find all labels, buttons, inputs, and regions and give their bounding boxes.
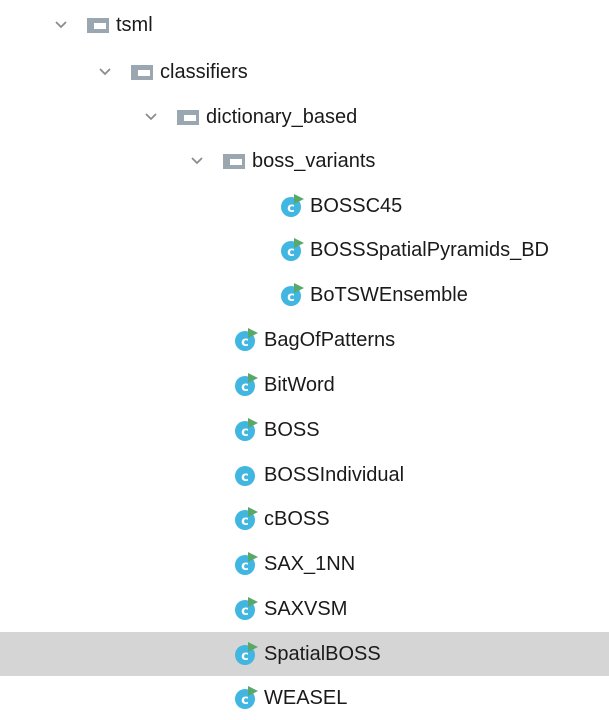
svg-text:c: c	[287, 245, 295, 260]
tree-node-label: BOSSSpatialPyramids_BD	[310, 239, 549, 261]
folder-icon	[130, 62, 154, 82]
svg-text:c: c	[241, 380, 249, 395]
chevron-down-icon[interactable]	[186, 150, 208, 172]
svg-text:c: c	[241, 514, 249, 529]
folder-icon	[222, 151, 246, 171]
tree-node-label: BOSS	[264, 419, 320, 441]
tree-node-class[interactable]: c SAX_1NN	[0, 542, 609, 586]
tree-node-boss-variants[interactable]: boss_variants	[0, 139, 609, 183]
svg-text:c: c	[287, 290, 295, 305]
chevron-down-icon[interactable]	[140, 106, 162, 128]
runnable-class-icon: c	[234, 552, 258, 576]
tree-node-label: dictionary_based	[206, 106, 358, 128]
runnable-class-icon: c	[234, 507, 258, 531]
tree-node-class-selected[interactable]: c SpatialBOSS	[0, 632, 609, 676]
svg-text:c: c	[241, 693, 249, 708]
svg-text:c: c	[287, 201, 295, 216]
tree-node-label: WEASEL	[264, 687, 348, 709]
tree-node-class[interactable]: c cBOSS	[0, 497, 609, 541]
tree-node-dictionary-based[interactable]: dictionary_based	[0, 95, 609, 139]
tree-node-label: classifiers	[160, 61, 248, 83]
tree-node-label: BagOfPatterns	[264, 329, 396, 351]
tree-node-label: BOSSC45	[310, 195, 403, 217]
tree-node-class[interactable]: c BOSS	[0, 408, 609, 452]
tree-node-class[interactable]: c BoTSWEnsemble	[0, 273, 609, 317]
tree-node-label: boss_variants	[252, 150, 376, 172]
svg-text:c: c	[241, 335, 249, 350]
class-icon: c	[234, 463, 258, 487]
tree-node-label: tsml	[116, 14, 153, 36]
folder-icon	[176, 107, 200, 127]
tree-node-label: SAX_1NN	[264, 553, 356, 575]
svg-text:c: c	[241, 559, 249, 574]
chevron-down-icon[interactable]	[50, 14, 72, 36]
runnable-class-icon: c	[234, 686, 258, 710]
runnable-class-icon: c	[280, 238, 304, 262]
svg-text:c: c	[241, 470, 249, 485]
tree-node-classifiers[interactable]: classifiers	[0, 50, 609, 94]
svg-text:c: c	[241, 425, 249, 440]
runnable-class-icon: c	[234, 328, 258, 352]
svg-text:c: c	[241, 604, 249, 619]
tree-node-class[interactable]: c BOSSSpatialPyramids_BD	[0, 228, 609, 272]
tree-node-class[interactable]: c BOSSIndividual	[0, 453, 609, 497]
tree-node-class[interactable]: c WEASEL	[0, 676, 609, 720]
tree-node-class[interactable]: c BagOfPatterns	[0, 318, 609, 362]
tree-node-label: SpatialBOSS	[264, 643, 381, 665]
folder-icon	[86, 15, 110, 35]
chevron-down-icon[interactable]	[94, 61, 116, 83]
runnable-class-icon: c	[234, 597, 258, 621]
tree-node-class[interactable]: c BOSSC45	[0, 184, 609, 228]
runnable-class-icon: c	[234, 373, 258, 397]
tree-node-class[interactable]: c BitWord	[0, 363, 609, 407]
project-tree: tsml classifiers dictionary_based boss_v…	[0, 0, 609, 713]
tree-node-label: cBOSS	[264, 508, 330, 530]
tree-node-label: SAXVSM	[264, 598, 348, 620]
tree-node-tsml[interactable]: tsml	[0, 3, 609, 47]
svg-text:c: c	[241, 649, 249, 664]
tree-node-class[interactable]: c SAXVSM	[0, 587, 609, 631]
runnable-class-icon: c	[234, 642, 258, 666]
tree-node-label: BoTSWEnsemble	[310, 284, 468, 306]
runnable-class-icon: c	[234, 418, 258, 442]
tree-node-label: BOSSIndividual	[264, 464, 405, 486]
runnable-class-icon: c	[280, 283, 304, 307]
runnable-class-icon: c	[280, 194, 304, 218]
tree-node-label: BitWord	[264, 374, 335, 396]
